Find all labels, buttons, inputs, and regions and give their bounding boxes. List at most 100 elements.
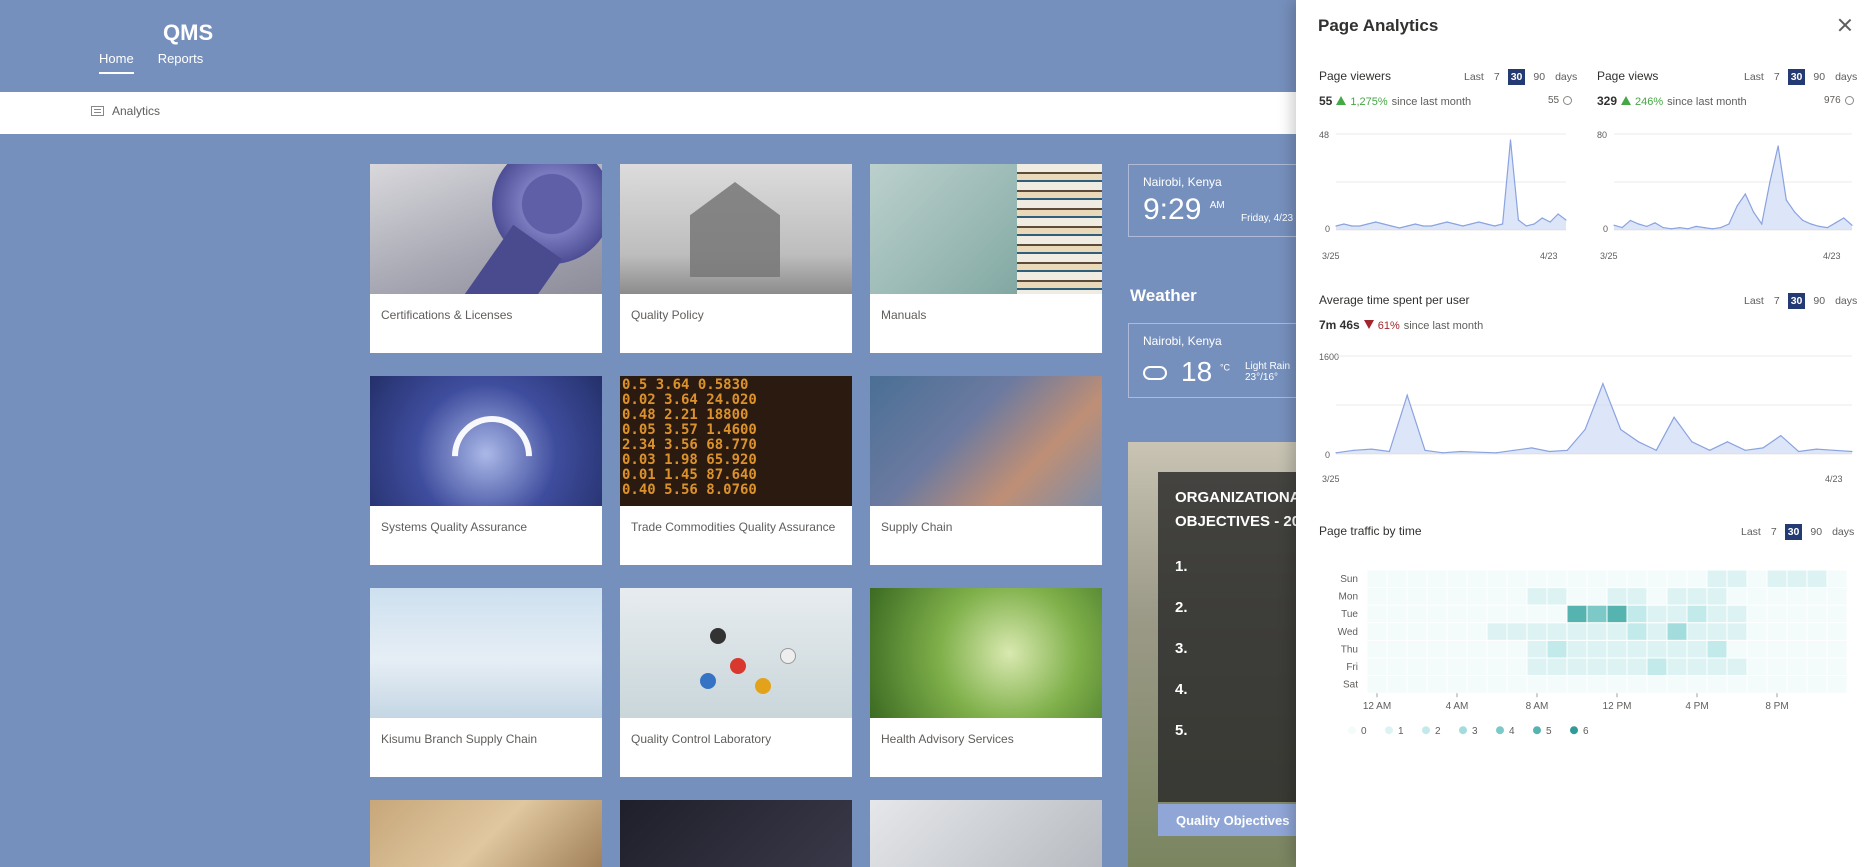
heatmap-cell: [1446, 639, 1468, 659]
heatmap-cell: [1766, 569, 1788, 589]
legend-label: 3: [1472, 726, 1478, 737]
range-90[interactable]: 90: [1811, 294, 1827, 308]
heatmap-cell: [1526, 587, 1548, 606]
legend-label: 1: [1398, 726, 1404, 737]
heatmap-cell: [1646, 569, 1668, 589]
heatmap-cell: [1426, 622, 1448, 641]
range-days-label: days: [1832, 526, 1855, 538]
heatmap-cell: [1386, 604, 1408, 624]
tile-manuals[interactable]: Manuals: [870, 164, 1102, 353]
heatmap-cell: [1546, 639, 1568, 659]
heatmap-cell: [1486, 622, 1508, 641]
tile-row4-2[interactable]: [620, 800, 852, 867]
heatmap-cell: [1666, 657, 1688, 677]
nav-home[interactable]: Home: [99, 51, 134, 74]
heatmap-cell: [1506, 657, 1528, 677]
tile-row4-1[interactable]: [370, 800, 602, 867]
data-point-16: [1620, 428, 1622, 431]
range-30[interactable]: 30: [1787, 69, 1806, 85]
tile-label: Supply Chain: [881, 520, 953, 534]
data-point-11: [1703, 227, 1705, 229]
tile-quality-policy[interactable]: Quality Policy: [620, 164, 852, 353]
heatmap-cell: [1466, 639, 1488, 659]
range-90[interactable]: 90: [1808, 525, 1824, 539]
heatmap-cell: [1646, 675, 1668, 694]
range-7[interactable]: 7: [1772, 294, 1782, 308]
data-point-11: [1422, 225, 1424, 227]
data-point-4: [1646, 225, 1648, 227]
tile-trade-commodities[interactable]: 0.5 3.64 0.5830 0.02 3.64 24.020 0.48 2.…: [620, 376, 852, 565]
views-since: since last month: [1667, 96, 1747, 108]
heatmap-cell: [1766, 587, 1788, 606]
heatmap-cell: [1646, 657, 1668, 677]
quality-objectives-button[interactable]: Quality Objectives: [1158, 804, 1298, 836]
viewers-change: 1,275%: [1350, 96, 1388, 108]
heatmap-cell: [1786, 604, 1808, 624]
data-point-4: [1367, 223, 1369, 225]
data-point-17: [1470, 223, 1472, 225]
views-title: Page views: [1597, 69, 1659, 83]
viewers-total: 55: [1548, 95, 1573, 106]
avg-xlabel-start: 3/25: [1322, 474, 1340, 484]
data-point-9: [1406, 225, 1408, 227]
site-title[interactable]: QMS: [163, 20, 213, 46]
tile-row4-3[interactable]: [870, 800, 1102, 867]
range-7[interactable]: 7: [1492, 70, 1502, 84]
tile-qc-laboratory[interactable]: Quality Control Laboratory: [620, 588, 852, 777]
tile-certifications[interactable]: Certifications & Licenses: [370, 164, 602, 353]
data-point-22: [1793, 211, 1796, 213]
data-point-3: [1638, 223, 1640, 225]
range-90[interactable]: 90: [1811, 70, 1827, 84]
traffic-title: Page traffic by time: [1319, 524, 1422, 538]
data-point-6: [1442, 452, 1444, 454]
range-30[interactable]: 30: [1507, 69, 1526, 85]
viewers-since: since last month: [1391, 96, 1472, 108]
tile-supply-chain[interactable]: Supply Chain: [870, 376, 1102, 565]
objectives-title: ORGANIZATIONAL OBJECTIVES - 20: [1175, 489, 1298, 530]
heatmap-cell: [1766, 622, 1788, 641]
page-analytics-panel: Page Analytics Page viewers Last 7 30 90…: [1296, 0, 1873, 867]
heatmap-cell: [1706, 639, 1728, 659]
heatmap-cell: [1406, 639, 1428, 659]
close-icon[interactable]: [1837, 17, 1853, 33]
viewers-value: 55: [1319, 94, 1333, 108]
heatmap-cell: [1386, 587, 1408, 606]
tile-systems-qa[interactable]: Systems Quality Assurance: [370, 376, 602, 565]
weather-location: Nairobi, Kenya: [1143, 334, 1222, 348]
tile-kisumu-supply-chain[interactable]: Kisumu Branch Supply Chain: [370, 588, 602, 777]
legend-swatch: [1385, 726, 1393, 735]
heatmap-cell: [1826, 569, 1848, 589]
data-point-23: [1802, 219, 1804, 221]
range-30[interactable]: 30: [1787, 293, 1806, 309]
weather-title: Weather: [1130, 286, 1197, 305]
tile-health-advisory[interactable]: Health Advisory Services: [870, 588, 1102, 777]
viewers-range: Last 7 30 90 days: [1462, 69, 1579, 85]
range-last-label: Last: [1464, 71, 1484, 83]
heatmap-cell: [1826, 622, 1848, 641]
heatmap-cell: [1806, 639, 1828, 659]
viewers-chart: 48 0 3/25 4/23: [1319, 130, 1567, 261]
heatmap-cell: [1626, 587, 1648, 606]
objective-number: 1.: [1175, 558, 1188, 575]
range-90[interactable]: 90: [1531, 70, 1547, 84]
trend-up-icon: [1621, 96, 1632, 105]
objectives-card[interactable]: ORGANIZATIONAL OBJECTIVES - 20 1. 2. 3. 4…: [1128, 442, 1298, 867]
heatmap-cell: [1726, 604, 1748, 624]
avg-ytick-max: 1600: [1319, 352, 1339, 362]
range-7[interactable]: 7: [1772, 70, 1782, 84]
analytics-button[interactable]: Analytics: [91, 104, 160, 118]
data-point-3: [1359, 225, 1361, 227]
heatmap-cell: [1506, 587, 1528, 606]
nav-reports[interactable]: Reports: [158, 51, 204, 74]
tile-label: Kisumu Branch Supply Chain: [381, 732, 538, 746]
heatmap-cell: [1546, 675, 1568, 694]
data-point-9: [1687, 228, 1689, 230]
range-7[interactable]: 7: [1769, 525, 1779, 539]
top-nav: Home Reports: [99, 51, 203, 74]
viewers-xlabel-end: 4/23: [1540, 251, 1558, 261]
heatmap-cell: [1526, 569, 1548, 589]
heatmap-cell: [1666, 604, 1688, 624]
data-point-26: [1826, 227, 1828, 229]
range-30[interactable]: 30: [1784, 524, 1803, 540]
heatmap-cell: [1526, 639, 1548, 659]
